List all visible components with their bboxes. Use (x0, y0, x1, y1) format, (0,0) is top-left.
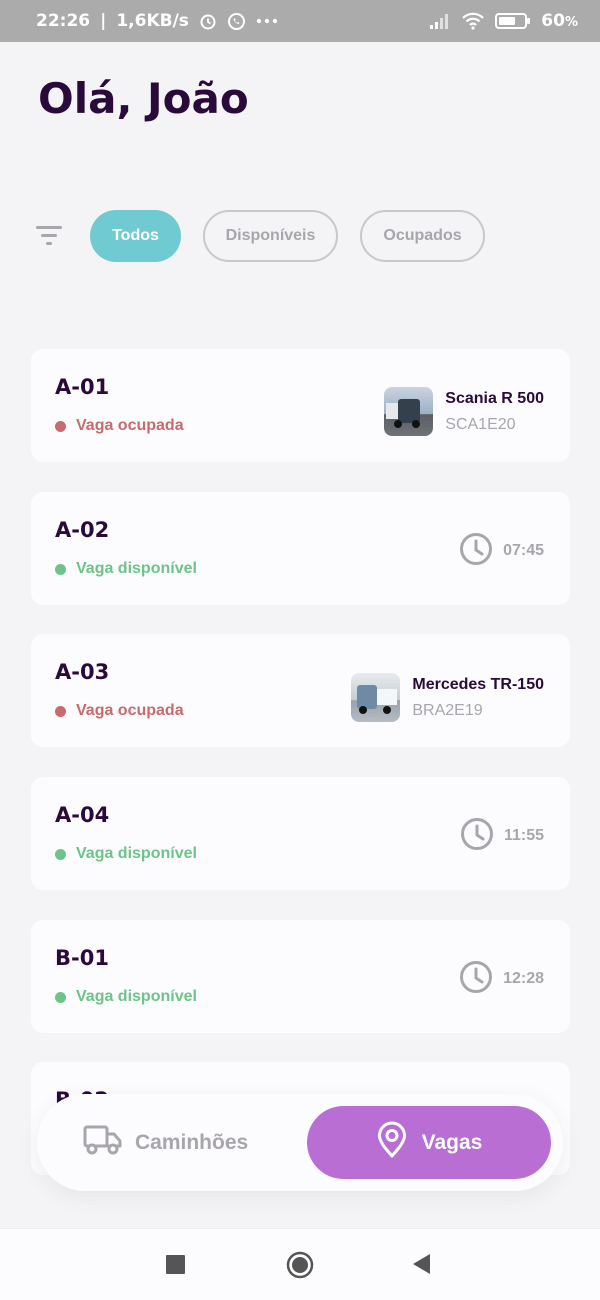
status-time: 22:26 (36, 11, 91, 31)
available-since-time: 12:28 (503, 970, 544, 987)
time-info: 07:45 (459, 532, 544, 570)
status-speed: 1,6KB/s (116, 11, 189, 31)
spot-card[interactable]: A-01 Vaga ocupada Scania R 500 SCA1E20 (31, 349, 570, 462)
spot-status-label: Vaga disponível (76, 845, 197, 862)
truck-model: Mercedes TR-150 (412, 675, 544, 693)
spot-status-label: Vaga disponível (76, 560, 197, 577)
map-pin-icon (376, 1121, 408, 1165)
truck-model: Scania R 500 (445, 389, 544, 407)
truck-thumbnail (384, 387, 434, 436)
truck-plate: BRA2E19 (412, 701, 483, 719)
spot-code: A-03 (55, 660, 110, 684)
spot-code: A-04 (55, 803, 110, 827)
spot-status: Vaga disponível (55, 560, 197, 578)
nav-item-vagas[interactable]: Vagas (307, 1106, 551, 1179)
truck-thumbnail (351, 673, 401, 722)
clock-icon (459, 532, 493, 570)
filter-chip-todos[interactable]: Todos (90, 210, 181, 262)
spot-status-label: Vaga disponível (76, 988, 197, 1005)
whatsapp-icon (227, 12, 246, 31)
battery-level: 60% (541, 11, 578, 31)
filter-chip-ocupados[interactable]: Ocupados (360, 210, 485, 262)
spot-status-label: Vaga ocupada (76, 417, 184, 434)
spot-card[interactable]: B-01 Vaga disponível 12:28 (31, 920, 570, 1033)
status-dot (55, 848, 66, 860)
spot-status: Vaga ocupada (55, 417, 184, 435)
wifi-icon (461, 12, 485, 30)
nav-item-label: Vagas (421, 1130, 483, 1154)
filter-icon[interactable] (34, 224, 64, 248)
truck-info: Scania R 500 SCA1E20 (384, 387, 544, 436)
clock-icon (459, 960, 493, 998)
time-info: 11:55 (460, 817, 544, 855)
status-bar: 22:26 | 1,6KB/s 60% (0, 0, 600, 42)
nav-item-label: Caminhões (135, 1131, 249, 1154)
status-dot (55, 705, 66, 717)
system-nav-bar (0, 1228, 600, 1300)
spot-card[interactable]: A-02 Vaga disponível 07:45 (31, 492, 570, 605)
truck-plate: SCA1E20 (445, 415, 516, 433)
spot-card[interactable]: A-04 Vaga disponível 11:55 (31, 777, 570, 890)
spot-status: Vaga ocupada (55, 702, 184, 720)
spot-status-label: Vaga ocupada (76, 702, 184, 719)
truck-icon (83, 1124, 123, 1162)
status-dot (55, 991, 66, 1003)
clock-icon (460, 817, 494, 855)
bottom-nav: Caminhões Vagas (37, 1094, 563, 1191)
status-dot (55, 420, 66, 432)
back-icon[interactable] (412, 1253, 432, 1279)
spot-status: Vaga disponível (55, 845, 197, 863)
spot-code: A-01 (55, 375, 110, 399)
signal-icon (429, 12, 451, 30)
spot-code: B-01 (55, 946, 109, 970)
home-icon[interactable] (286, 1251, 314, 1283)
more-icon (256, 18, 278, 24)
filter-chip-disponiveis[interactable]: Disponíveis (203, 210, 338, 262)
time-info: 12:28 (459, 960, 544, 998)
available-since-time: 07:45 (503, 542, 544, 559)
spot-code: A-02 (55, 518, 110, 542)
truck-info: Mercedes TR-150 BRA2E19 (351, 673, 544, 722)
nav-item-caminhoes[interactable]: Caminhões (83, 1124, 248, 1162)
alarm-icon (199, 12, 217, 30)
status-divider: | (100, 11, 107, 31)
available-since-time: 11:55 (503, 827, 544, 844)
battery-icon (495, 12, 531, 30)
spot-status: Vaga disponível (55, 988, 197, 1006)
page-title: Olá, João (38, 74, 249, 123)
status-dot (55, 563, 66, 575)
recents-icon[interactable] (166, 1255, 185, 1278)
spot-card[interactable]: A-03 Vaga ocupada Mercedes TR-150 BRA2E1… (31, 634, 570, 747)
